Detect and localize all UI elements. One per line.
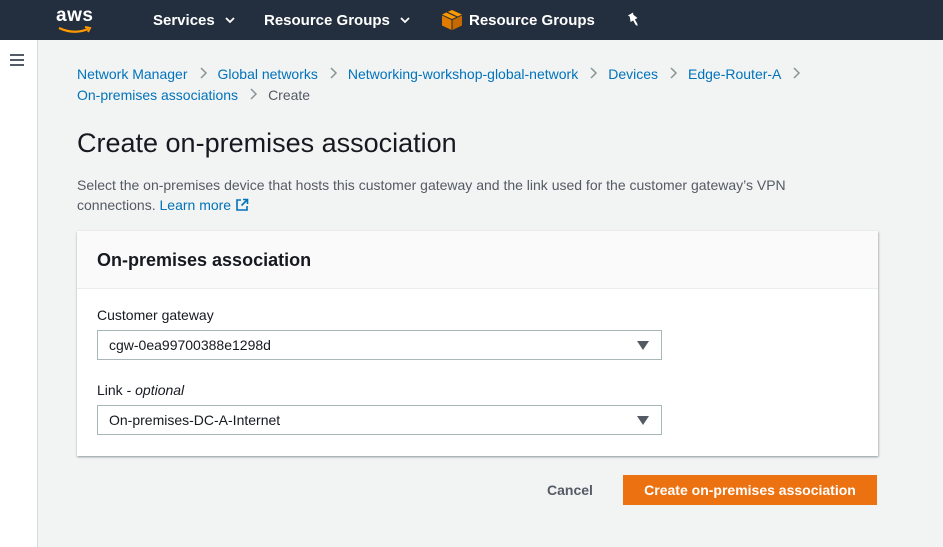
services-label: Services <box>153 11 215 29</box>
cancel-button[interactable]: Cancel <box>533 475 607 505</box>
top-navigation-bar: aws Services Resource Groups Resource Gr… <box>0 0 943 40</box>
breadcrumb-global-networks[interactable]: Global networks <box>218 66 318 82</box>
resource-groups-label: Resource Groups <box>264 11 390 29</box>
link-label-text: Link - <box>97 382 136 398</box>
hamburger-icon[interactable] <box>10 54 24 66</box>
breadcrumb-devices[interactable]: Devices <box>608 66 658 82</box>
customer-gateway-label: Customer gateway <box>97 307 214 323</box>
box-icon <box>442 10 462 30</box>
chevron-down-icon <box>225 16 235 23</box>
pinned-resource-groups-label: Resource Groups <box>469 11 595 29</box>
customer-gateway-select[interactable]: cgw-0ea99700388e1298d <box>97 330 662 360</box>
learn-more-link[interactable]: Learn more <box>160 197 250 213</box>
page-description: Select the on-premises device that hosts… <box>77 175 837 215</box>
chevron-down-icon <box>400 16 410 23</box>
breadcrumb-global-network[interactable]: Networking-workshop-global-network <box>348 66 578 82</box>
aws-logo-text: aws <box>56 5 94 26</box>
on-premises-association-panel: On-premises association Customer gateway… <box>77 231 878 456</box>
create-on-premises-association-button[interactable]: Create on-premises association <box>623 475 877 505</box>
pinned-resource-groups[interactable]: Resource Groups <box>441 0 595 40</box>
breadcrumb-on-premises-associations[interactable]: On-premises associations <box>77 87 238 103</box>
breadcrumb: Network Manager Global networks Networking… <box>77 64 927 106</box>
breadcrumb-network-manager[interactable]: Network Manager <box>77 66 188 82</box>
link-label-optional: optional <box>135 382 185 398</box>
chevron-right-icon <box>250 85 258 106</box>
resource-groups-menu[interactable]: Resource Groups <box>264 0 410 40</box>
learn-more-label: Learn more <box>159 197 232 213</box>
panel-header: On-premises association <box>77 231 878 289</box>
link-value: On-premises-DC-A-Internet <box>109 412 281 428</box>
caret-down-icon <box>637 341 649 350</box>
aws-smile-icon <box>58 26 92 33</box>
chevron-right-icon <box>670 64 678 85</box>
chevron-right-icon <box>199 64 208 85</box>
link-label: Link - optional <box>97 382 184 398</box>
chevron-right-icon <box>590 64 598 85</box>
external-link-icon <box>236 198 249 211</box>
breadcrumb-edge-router[interactable]: Edge-Router-A <box>688 66 781 82</box>
services-menu[interactable]: Services <box>153 0 235 40</box>
chevron-right-icon <box>793 64 801 85</box>
link-select[interactable]: On-premises-DC-A-Internet <box>97 405 662 435</box>
caret-down-icon <box>637 416 649 425</box>
page-title: Create on-premises association <box>77 128 457 158</box>
sidebar <box>0 40 38 547</box>
breadcrumb-current: Create <box>268 87 311 103</box>
aws-logo-icon[interactable]: aws <box>56 5 100 35</box>
chevron-right-icon <box>330 64 338 85</box>
customer-gateway-value: cgw-0ea99700388e1298d <box>109 337 271 353</box>
pin-icon[interactable] <box>626 12 642 28</box>
